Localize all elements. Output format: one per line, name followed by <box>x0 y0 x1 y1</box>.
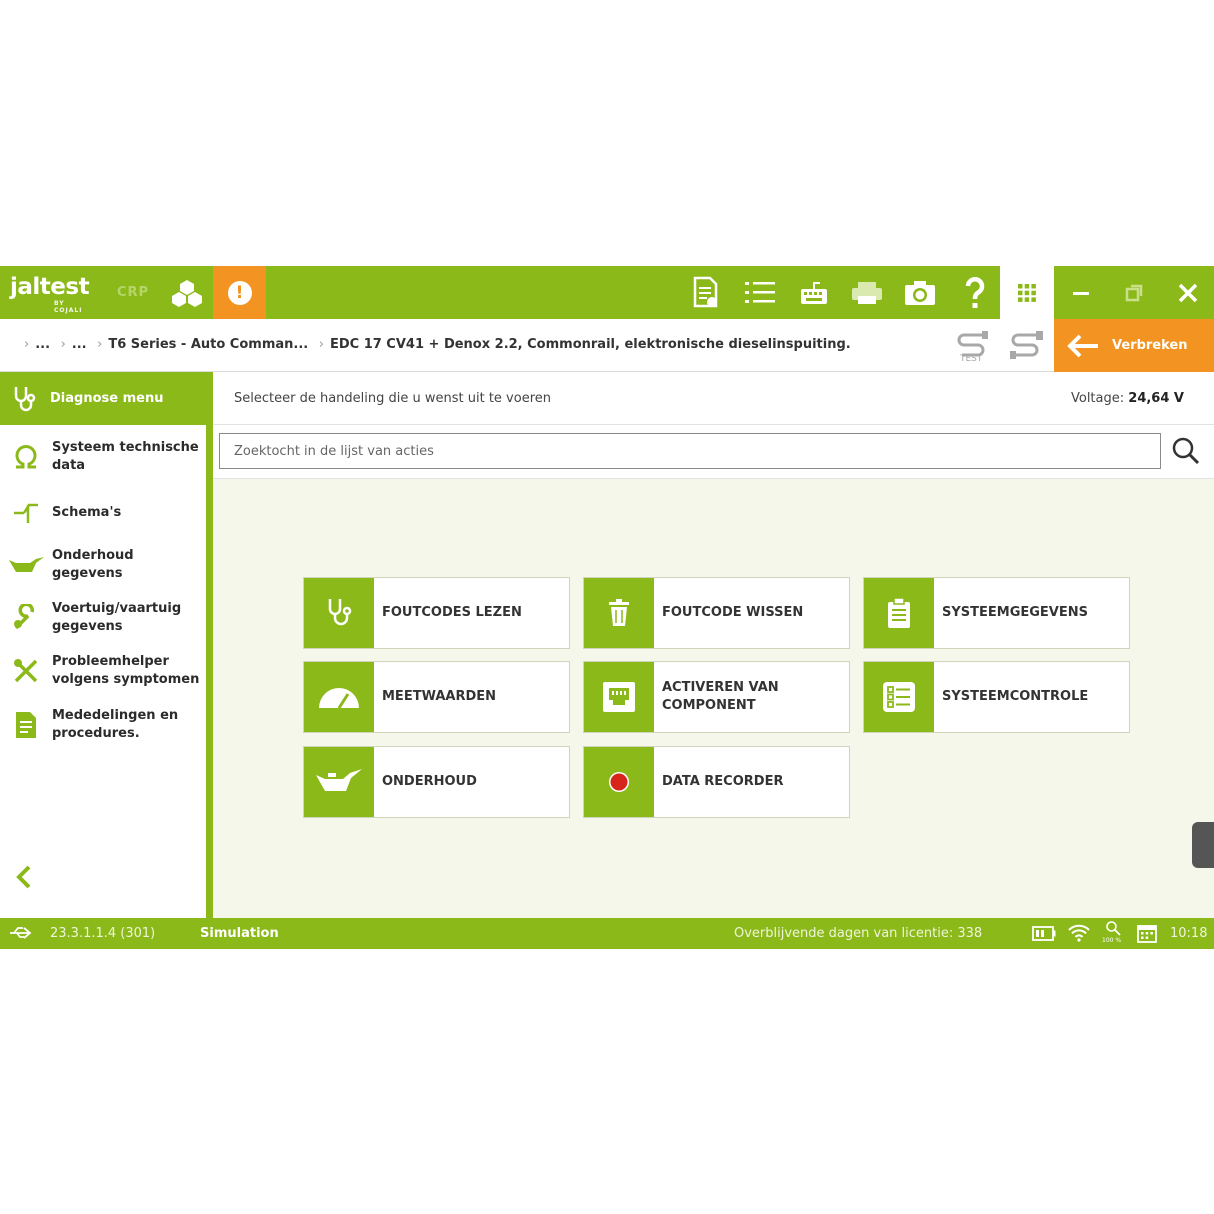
sidebar-item-schemas[interactable]: Schema's <box>0 488 206 538</box>
printer-icon[interactable] <box>847 266 887 319</box>
restore-icon <box>1125 284 1142 301</box>
battery-icon <box>1032 926 1056 941</box>
action-systeemcontrole[interactable]: SYSTEEMCONTROLE <box>863 661 1130 733</box>
report-icon[interactable] <box>686 266 726 319</box>
calendar-icon <box>1137 925 1157 943</box>
breadcrumb-item[interactable]: ... <box>35 337 50 352</box>
component-icon <box>603 682 635 712</box>
voltage-readout: Voltage: 24,64 V <box>1070 391 1184 406</box>
jaltest-logo: jaltest BY COJALI <box>10 274 90 314</box>
alert-icon: ! <box>227 280 252 305</box>
sidebar: Diagnose menu Systeem technische data Sc… <box>0 372 213 918</box>
collapse-sidebar-button[interactable] <box>14 864 34 894</box>
stethoscope-icon <box>14 386 36 411</box>
wifi-icon <box>1068 924 1090 942</box>
instruction-text: Selecteer de handeling die u wenst uit t… <box>234 391 551 406</box>
search-icon <box>1172 437 1200 465</box>
checklist-icon <box>883 682 915 712</box>
jaltest-app-window: jaltest BY COJALI CRP ! › ... › ... › T6… <box>0 266 1214 949</box>
breadcrumb-item[interactable]: ... <box>72 337 87 352</box>
close-button[interactable] <box>1161 266 1214 319</box>
action-data-recorder[interactable]: DATA RECORDER <box>583 746 850 818</box>
camera-icon[interactable] <box>900 266 940 319</box>
minimize-button[interactable] <box>1054 266 1107 319</box>
trash-icon <box>609 599 629 626</box>
main-panel: Selecteer de handeling die u wenst uit t… <box>213 372 1214 918</box>
alert-button[interactable]: ! <box>213 266 266 319</box>
wrench-icon <box>14 604 34 630</box>
omega-icon <box>15 445 37 469</box>
schema-icon <box>14 503 38 523</box>
breadcrumb-item[interactable]: T6 Series - Auto Comman... <box>108 337 308 352</box>
keyboard-icon[interactable] <box>794 266 834 319</box>
action-activeren-van-component[interactable]: ACTIVEREN VAN COMPONENT <box>583 661 850 733</box>
version-label: 23.3.1.1.4 (301) <box>50 926 156 941</box>
document-icon <box>16 712 36 738</box>
zoom-indicator[interactable]: 100 % <box>1100 920 1126 948</box>
sidebar-item-diagnose-menu[interactable]: Diagnose menu <box>0 372 213 425</box>
action-foutcode-wissen[interactable]: FOUTCODE WISSEN <box>583 577 850 649</box>
cubes-icon[interactable] <box>168 266 206 319</box>
mode-label: Simulation <box>200 926 279 941</box>
side-panel-handle[interactable] <box>1192 822 1214 868</box>
help-icon[interactable] <box>955 266 995 319</box>
sidebar-item-systeem-technische-data[interactable]: Systeem technische data <box>0 432 206 482</box>
voltage-value: 24,64 V <box>1128 391 1184 406</box>
status-bar: 23.3.1.1.4 (301) Simulation Overblijvend… <box>0 918 1214 949</box>
minimize-icon <box>1072 291 1089 295</box>
search-row <box>213 425 1214 479</box>
zoom-icon <box>1106 921 1121 936</box>
list-icon[interactable] <box>740 266 780 319</box>
apps-grid-button[interactable] <box>1000 266 1054 319</box>
search-input[interactable] <box>219 433 1161 469</box>
breadcrumb-bar: ›... ›... › T6 Series - Auto Comman... › E… <box>0 319 1214 372</box>
close-icon <box>1178 283 1197 302</box>
chevron-left-icon <box>16 865 31 889</box>
restore-button[interactable] <box>1107 266 1160 319</box>
sidebar-divider <box>206 372 213 918</box>
search-button[interactable] <box>1171 436 1201 470</box>
oil-can-icon <box>9 557 44 572</box>
oil-can-icon <box>316 769 362 791</box>
crp-label: CRP <box>117 285 150 300</box>
breadcrumb-current: EDC 17 CV41 + Denox 2.2, Commonrail, ele… <box>329 337 851 352</box>
test-connection-icon[interactable]: TEST <box>956 329 992 365</box>
sidebar-item-probleemhelper[interactable]: Probleemhelper volgens symptomen <box>0 646 206 696</box>
sidebar-item-onderhoud-gegevens[interactable]: Onderhoud gegevens <box>0 540 206 590</box>
breadcrumb: ›... ›... › T6 Series - Auto Comman... › E… <box>24 337 851 352</box>
sidebar-item-mededelingen[interactable]: Mededelingen en procedures. <box>0 700 206 750</box>
action-foutcodes-lezen[interactable]: FOUTCODES LEZEN <box>303 577 570 649</box>
stethoscope-icon <box>328 599 352 626</box>
gauge-icon <box>319 688 359 709</box>
clipboard-icon <box>888 597 910 628</box>
apps-grid-icon <box>1018 283 1036 302</box>
clock: 10:18 <box>1170 926 1208 941</box>
sidebar-item-voertuig-gegevens[interactable]: Voertuig/vaartuig gegevens <box>0 593 206 643</box>
record-icon <box>609 772 629 792</box>
disconnect-button[interactable]: Verbreken <box>1054 319 1214 372</box>
action-onderhoud[interactable]: ONDERHOUD <box>303 746 570 818</box>
action-meetwaarden[interactable]: MEETWAARDEN <box>303 661 570 733</box>
instruction-row: Selecteer de handeling die u wenst uit t… <box>213 372 1214 425</box>
usb-icon <box>10 927 32 939</box>
arrow-left-icon <box>1067 334 1098 357</box>
connection-icon[interactable] <box>1008 329 1046 365</box>
action-systeemgegevens[interactable]: SYSTEEMGEGEVENS <box>863 577 1130 649</box>
license-label: Overblijvende dagen van licentie: 338 <box>734 926 983 941</box>
top-toolbar: jaltest BY COJALI CRP ! <box>0 266 1214 319</box>
tools-icon <box>14 659 38 683</box>
